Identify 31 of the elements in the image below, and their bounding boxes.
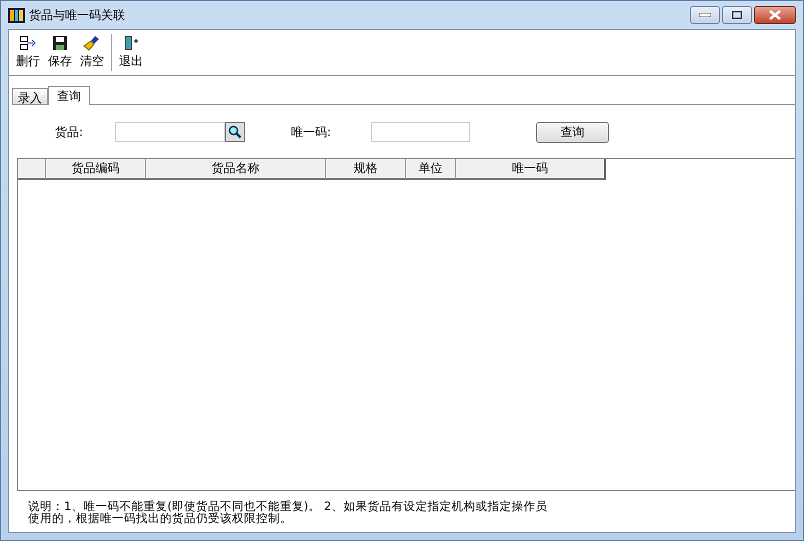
app-logo-icon <box>8 8 25 22</box>
column-header: 单位 <box>406 159 456 180</box>
tab[interactable]: 录入 <box>12 88 48 104</box>
column-header <box>18 159 46 180</box>
search-icon <box>228 125 242 139</box>
minimize-icon <box>699 13 711 17</box>
tab[interactable]: 查询 <box>48 86 90 105</box>
column-header: 规格 <box>326 159 406 180</box>
column-header: 唯一码 <box>456 159 606 180</box>
exit-door-icon <box>123 35 139 51</box>
minimize-button[interactable] <box>690 6 720 24</box>
broom-icon <box>83 35 101 51</box>
unique-code-label: 唯一码: <box>291 124 332 140</box>
delete-row-icon <box>19 35 37 51</box>
window-title: 货品与唯一码关联 <box>29 6 125 24</box>
toolbar-button[interactable]: 删行 <box>12 30 44 75</box>
note-text: 说明：1、唯一码不能重复(即使货品不同也不能重复)。 2、如果货品有设定指定机构或指定操作员 使用的，根据唯一码找出的货品仍受该权限控制。 <box>27 498 548 527</box>
column-header: 货品编码 <box>46 159 146 180</box>
goods-label: 货品: <box>55 124 84 140</box>
unique-code-field[interactable] <box>371 122 470 142</box>
toolbar-button[interactable]: 清空 <box>76 30 108 75</box>
query-button[interactable]: 查询 <box>536 122 609 142</box>
goods-field[interactable] <box>115 122 225 142</box>
maximize-button[interactable] <box>722 6 752 24</box>
maximize-icon <box>732 11 742 19</box>
column-header: 货品名称 <box>146 159 326 180</box>
search-button[interactable] <box>225 122 245 142</box>
toolbar-button[interactable]: 退出 <box>115 30 147 75</box>
toolbar-button[interactable]: 保存 <box>44 30 76 75</box>
close-icon <box>769 10 781 20</box>
close-button[interactable] <box>754 6 796 24</box>
